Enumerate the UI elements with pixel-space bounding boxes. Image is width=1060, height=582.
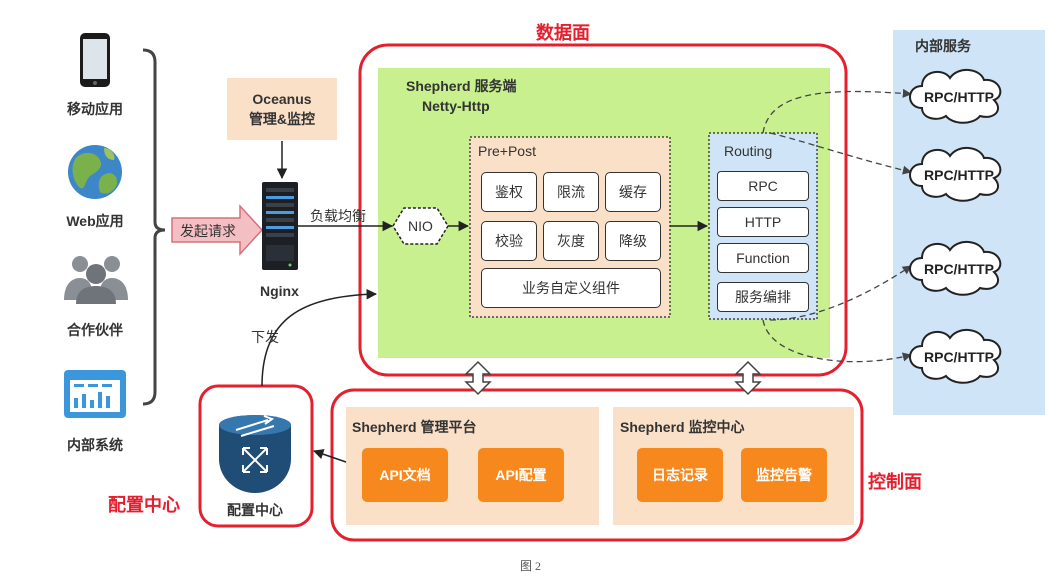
prepost-cell-ratelimit: 限流 <box>543 172 599 212</box>
partners-icon <box>64 256 128 304</box>
cloud-shapes <box>909 69 1002 384</box>
oceanus-box: Oceanus 管理&监控 <box>227 78 337 140</box>
api-config-button[interactable]: API配置 <box>478 448 564 502</box>
client-partners-label: 合作伙伴 <box>67 322 123 338</box>
monitor-center-title: Shepherd 监控中心 <box>620 419 745 435</box>
server-title-line1: Shepherd 服务端 <box>406 78 517 94</box>
client-brace <box>142 48 166 406</box>
internal-systems-icon <box>64 370 126 418</box>
prepost-custom-component: 业务自定义组件 <box>481 268 661 308</box>
oceanus-line1: Oceanus <box>252 91 312 107</box>
shepherd-server-title: Shepherd 服务端 Netty-Http <box>406 76 516 116</box>
config-center-inner-label: 配置中心 <box>227 502 283 518</box>
client-web-label: Web应用 <box>66 213 124 229</box>
cloud-label-1: RPC/HTTP <box>924 89 994 105</box>
nginx-label: Nginx <box>260 283 299 299</box>
cloud-label-2: RPC/HTTP <box>924 167 994 183</box>
router-icon <box>219 415 291 493</box>
server-title-line2: Netty-Http <box>422 98 490 114</box>
dispatch-label: 下发 <box>251 329 279 345</box>
load-balance-label: 负载均衡 <box>310 208 366 224</box>
request-label: 发起请求 <box>180 223 236 239</box>
prepost-cell-gray: 灰度 <box>543 221 599 261</box>
routing-item-http: HTTP <box>717 207 809 237</box>
routing-item-rpc: RPC <box>717 171 809 201</box>
prepost-cell-degrade: 降级 <box>605 221 661 261</box>
monitor-alert-button[interactable]: 监控告警 <box>741 448 827 502</box>
prepost-cell-cache: 缓存 <box>605 172 661 212</box>
routing-item-orchestration: 服务编排 <box>717 282 809 312</box>
mgmt-platform-title: Shepherd 管理平台 <box>352 419 477 435</box>
log-record-button[interactable]: 日志记录 <box>637 448 723 502</box>
prepost-cell-auth: 鉴权 <box>481 172 537 212</box>
client-internal-label: 内部系统 <box>67 437 123 453</box>
data-plane-title: 数据面 <box>536 23 590 43</box>
globe-icon <box>68 145 122 199</box>
figure-caption: 图 2 <box>520 559 542 573</box>
cloud-label-4: RPC/HTTP <box>924 349 994 365</box>
config-center-outer-label: 配置中心 <box>108 495 180 515</box>
routing-title: Routing <box>724 143 773 159</box>
nio-label: NIO <box>408 218 433 234</box>
control-plane-title: 控制面 <box>868 472 922 492</box>
server-rack-icon <box>262 182 298 270</box>
prepost-title: Pre+Post <box>478 143 536 159</box>
prepost-cell-validate: 校验 <box>481 221 537 261</box>
routing-item-function: Function <box>717 243 809 273</box>
mobile-phone-icon <box>80 33 110 87</box>
oceanus-line2: 管理&监控 <box>248 111 316 127</box>
cloud-label-3: RPC/HTTP <box>924 261 994 277</box>
api-docs-button[interactable]: API文档 <box>362 448 448 502</box>
client-mobile-label: 移动应用 <box>67 101 123 117</box>
